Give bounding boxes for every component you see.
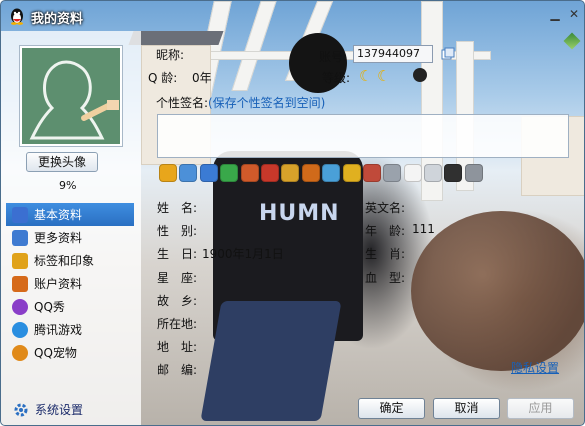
minimize-icon[interactable]: ▁ <box>547 6 563 22</box>
sidebar-item-games[interactable]: 腾讯游戏 <box>6 318 134 341</box>
qq-show-icon <box>12 298 28 315</box>
id-card-icon <box>12 206 28 223</box>
service-badge-icon[interactable] <box>464 164 483 182</box>
title-bar[interactable]: 我的资料 ▁ ✕ <box>1 1 584 31</box>
sidebar-item-account[interactable]: 账户资料 <box>6 272 134 295</box>
level-moon-icon: ☾ <box>359 67 373 85</box>
sidebar-item-label: QQ秀 <box>34 300 65 314</box>
sidebar-item-label: 标签和印象 <box>34 254 95 268</box>
sidebar-item-label: 腾讯游戏 <box>34 323 83 337</box>
system-settings-link[interactable]: 系统设置 <box>13 401 83 418</box>
service-badge-icon[interactable] <box>240 164 259 182</box>
service-badge-icon[interactable] <box>362 164 381 182</box>
birthday-label: 生 日: <box>157 247 198 261</box>
signature-label: 个性签名: <box>156 96 209 110</box>
nickname-label: 昵称: <box>156 48 185 62</box>
birthday-value: 1900年1月1日 <box>202 247 284 261</box>
signature-save-link[interactable]: (保存个性签名到空间) <box>208 94 325 111</box>
qq-number-label: 账号: <box>319 50 348 64</box>
sidebar-item-basic-info[interactable]: 基本资料 <box>6 203 134 226</box>
cancel-button[interactable]: 取消 <box>433 398 500 419</box>
service-badge-icon[interactable] <box>301 164 320 182</box>
service-badge-icon[interactable] <box>179 164 198 182</box>
sidebar-item-label: 更多资料 <box>34 231 83 245</box>
change-avatar-button[interactable]: 更换头像 <box>26 152 98 172</box>
zodiac-label: 生 肖: <box>365 247 406 261</box>
profile-completion: 9% <box>59 179 77 192</box>
qq-number-field[interactable]: 137944097 <box>353 45 433 63</box>
q-age-value: 0年 <box>192 71 212 85</box>
sidebar-item-pet[interactable]: QQ宠物 <box>6 341 134 364</box>
system-settings-label: 系统设置 <box>35 403 84 417</box>
sidebar-item-label: QQ宠物 <box>34 346 77 360</box>
level-moon-icon: ☾ <box>377 67 391 85</box>
address-label: 地 址: <box>157 340 198 354</box>
pet-icon <box>12 344 28 361</box>
sidebar-item-tags[interactable]: 标签和印象 <box>6 249 134 272</box>
english-name-label: 英文名: <box>365 201 406 215</box>
account-icon <box>12 275 28 292</box>
service-badge-icon[interactable] <box>383 164 402 182</box>
apply-button[interactable]: 应用 <box>507 398 574 419</box>
age-label: 年 龄: <box>365 224 406 238</box>
qq-penguin-small-icon[interactable] <box>413 68 427 82</box>
signature-input[interactable] <box>157 114 569 158</box>
sidebar-item-qq-show[interactable]: QQ秀 <box>6 295 134 318</box>
sidebar: 更换头像 9% 基本资料 更多资料 标签和印象 账户资料 QQ秀 腾讯游戏 QQ… <box>1 31 141 425</box>
service-badge-icon[interactable] <box>220 164 239 182</box>
close-icon[interactable]: ✕ <box>566 6 582 22</box>
age-value: 111 <box>412 222 435 236</box>
hometown-label: 故 乡: <box>157 294 198 308</box>
copy-icon[interactable] <box>441 47 455 61</box>
profile-list-icon <box>12 229 28 246</box>
constellation-label: 星 座: <box>157 271 198 285</box>
avatar-chalkboard <box>22 48 120 144</box>
sidebar-nav: 基本资料 更多资料 标签和印象 账户资料 QQ秀 腾讯游戏 QQ宠物 <box>6 203 134 364</box>
service-badge-icon[interactable] <box>424 164 443 182</box>
postcode-label: 邮 编: <box>157 363 198 377</box>
name-label: 姓 名: <box>157 201 198 215</box>
sidebar-item-label: 基本资料 <box>34 208 83 222</box>
sidebar-item-more-info[interactable]: 更多资料 <box>6 226 134 249</box>
service-badge-icon[interactable] <box>322 164 341 182</box>
service-badge-icon[interactable] <box>342 164 361 182</box>
blood-type-label: 血 型: <box>365 271 406 285</box>
service-badge-icon[interactable] <box>199 164 218 182</box>
avatar <box>19 45 123 147</box>
privacy-settings-link[interactable]: 隐私设置 <box>511 359 559 376</box>
service-badge-icon[interactable] <box>159 164 177 182</box>
gender-label: 性 别: <box>157 224 198 238</box>
level-label: 等级: <box>322 71 351 85</box>
profile-window: HUMN 我的资料 ▁ ✕ 更换头像 9% 基本资料 更多资料 标签和印象 账户… <box>0 0 585 426</box>
tag-icon <box>12 252 28 269</box>
service-badge-icon[interactable] <box>444 164 463 182</box>
window-title: 我的资料 <box>31 12 84 27</box>
game-icon <box>12 321 28 338</box>
service-badge-icon[interactable] <box>260 164 279 182</box>
skin-icon[interactable] <box>563 32 581 50</box>
ok-button[interactable]: 确定 <box>358 398 425 419</box>
service-badges <box>159 164 485 182</box>
default-avatar-icon <box>29 60 119 140</box>
sidebar-item-label: 账户资料 <box>34 277 83 291</box>
gear-icon <box>14 403 28 416</box>
q-age-label: Q 龄: <box>148 71 178 85</box>
service-badge-icon[interactable] <box>281 164 300 182</box>
qq-penguin-icon <box>11 8 23 25</box>
location-label: 所在地: <box>157 317 198 331</box>
service-badge-icon[interactable] <box>403 164 422 182</box>
